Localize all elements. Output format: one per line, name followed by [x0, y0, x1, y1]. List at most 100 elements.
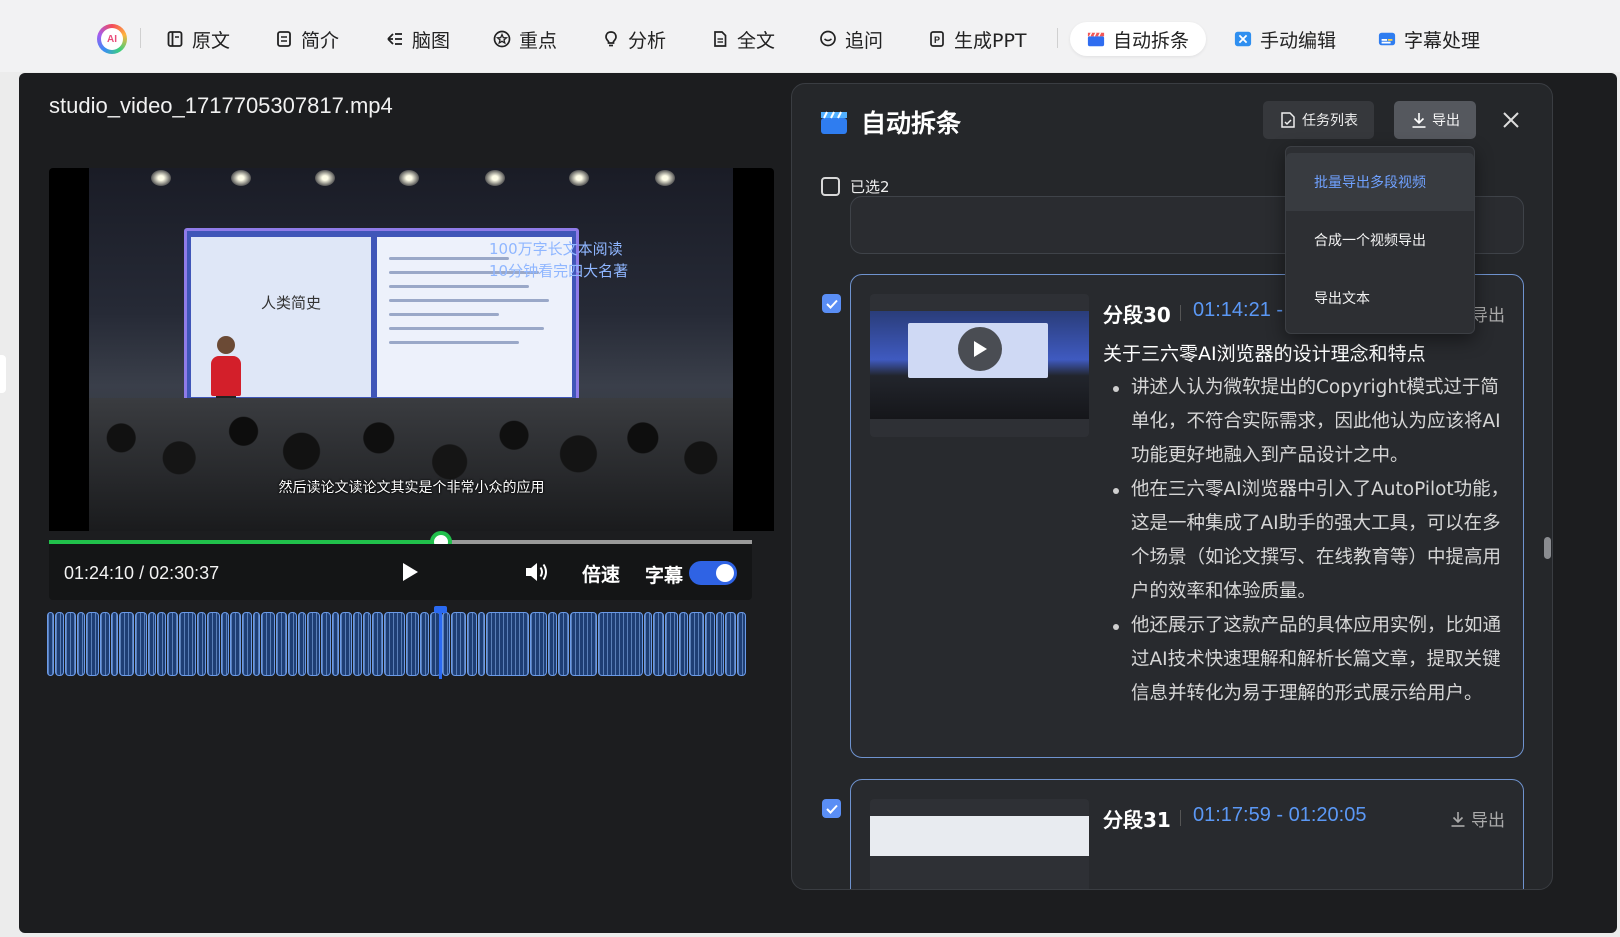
timeline-segment[interactable]	[705, 612, 715, 676]
timeline-segment[interactable]	[167, 612, 178, 676]
play-icon[interactable]	[958, 327, 1002, 371]
segment-checkbox[interactable]	[822, 799, 841, 818]
tab-label: 手动编辑	[1260, 29, 1337, 52]
timeline-segment[interactable]	[55, 612, 64, 676]
tab-analysis[interactable]: 分析	[602, 22, 666, 56]
timeline-segment[interactable]	[298, 612, 306, 676]
timeline-segment[interactable]	[47, 612, 54, 676]
segment-thumbnail[interactable]	[870, 294, 1089, 437]
divider	[1180, 305, 1181, 321]
timeline-segment[interactable]	[65, 612, 76, 676]
timeline-segment[interactable]	[486, 612, 529, 676]
timeline-segment[interactable]	[157, 612, 166, 676]
export-label: 导出	[1432, 113, 1460, 129]
tab-fulltext[interactable]: 全文	[711, 22, 775, 56]
timeline-segment[interactable]	[307, 612, 320, 676]
timeline-segment[interactable]	[111, 612, 118, 676]
tab-auto-split[interactable]: 自动拆条	[1070, 22, 1207, 56]
segment-timeline[interactable]	[47, 606, 752, 679]
tab-followup[interactable]: 追问	[819, 22, 883, 56]
timeline-segment[interactable]	[384, 612, 405, 676]
timeline-segment[interactable]	[332, 612, 339, 676]
timeline-segment[interactable]	[148, 612, 156, 676]
timeline-segment[interactable]	[100, 612, 110, 676]
timeline-segment[interactable]	[363, 612, 371, 676]
timeline-segment[interactable]	[679, 612, 688, 676]
timeline-segment[interactable]	[207, 612, 220, 676]
timeline-segment[interactable]	[221, 612, 229, 676]
slide-slogan-line: 100万字长文本阅读	[489, 240, 623, 258]
select-all[interactable]: 已选2	[821, 176, 890, 197]
tab-manual-edit[interactable]: 手动编辑	[1234, 22, 1336, 56]
segment-thumbnail[interactable]	[870, 799, 1089, 889]
volume-icon[interactable]	[524, 560, 550, 584]
timeline-segment[interactable]	[372, 612, 383, 676]
tab-generate-ppt[interactable]: P 生成PPT	[928, 22, 1027, 56]
timeline-segment[interactable]	[197, 612, 206, 676]
timeline-segment[interactable]	[558, 612, 569, 676]
timeline-segment[interactable]	[340, 612, 352, 676]
timeline-segment[interactable]	[420, 612, 429, 676]
timeline-segment[interactable]	[644, 612, 652, 676]
timeline-segment[interactable]	[253, 612, 260, 676]
timeline-segment[interactable]	[77, 612, 85, 676]
segment-checkbox[interactable]	[822, 294, 841, 313]
timeline-segment[interactable]	[242, 612, 252, 676]
select-all-checkbox[interactable]	[821, 177, 840, 196]
timeline-segment[interactable]	[276, 612, 287, 676]
segment-export-label: 导出	[1471, 811, 1505, 831]
timeline-segment[interactable]	[665, 612, 678, 676]
subtitle-label: 字幕	[645, 565, 684, 587]
segment-card[interactable]: 分段30 01:14:21 - 导出 关于三六零AI浏览器的设计理念和特点 讲述…	[850, 274, 1524, 758]
timeline-segment[interactable]	[653, 612, 664, 676]
tab-mindmap[interactable]: 脑图	[386, 22, 450, 56]
play-icon[interactable]	[400, 561, 420, 583]
video-player[interactable]: 人类简史 100万字长文本阅读 10分钟看完四大名著 然后读论文读论文其实是个非…	[49, 168, 774, 531]
tab-summary[interactable]: 简介	[275, 22, 339, 56]
timeline-segment[interactable]	[179, 612, 196, 676]
timeline-cursor[interactable]	[434, 606, 447, 679]
timeline-segment[interactable]	[467, 612, 477, 676]
timeline-segment[interactable]	[261, 612, 275, 676]
task-list-button[interactable]: 任务列表	[1263, 101, 1374, 139]
side-handle[interactable]	[0, 355, 6, 393]
segment-export-button[interactable]: 导出	[1449, 806, 1505, 831]
segment-card[interactable]: 分段31 01:17:59 - 01:20:05 导出	[850, 779, 1524, 889]
timeline-segment[interactable]	[716, 612, 724, 676]
tab-label: 全文	[737, 29, 776, 52]
timeline-segment[interactable]	[288, 612, 297, 676]
tab-original[interactable]: 原文	[166, 22, 230, 56]
task-list-label: 任务列表	[1302, 113, 1358, 129]
panel-scrollbar[interactable]	[1544, 537, 1551, 559]
timeline-segment[interactable]	[119, 612, 134, 676]
tab-label: 分析	[628, 29, 667, 52]
menu-item-merge-export[interactable]: 合成一个视频导出	[1286, 211, 1474, 269]
close-icon[interactable]	[1500, 109, 1522, 131]
timeline-segment[interactable]	[451, 612, 466, 676]
menu-item-batch-export[interactable]: 批量导出多段视频	[1286, 153, 1474, 211]
timeline-segment[interactable]	[321, 612, 331, 676]
timeline-segment[interactable]	[530, 612, 547, 676]
timeline-segment[interactable]	[406, 612, 419, 676]
export-button[interactable]: 导出	[1394, 101, 1476, 139]
timeline-segment[interactable]	[737, 612, 746, 676]
tab-highlights[interactable]: 重点	[493, 22, 557, 56]
timeline-segment[interactable]	[353, 612, 362, 676]
timeline-segment[interactable]	[135, 612, 147, 676]
menu-item-export-text[interactable]: 导出文本	[1286, 269, 1474, 327]
timeline-segment[interactable]	[548, 612, 557, 676]
playback-speed-button[interactable]: 倍速	[582, 560, 620, 587]
timeline-segment[interactable]	[442, 612, 450, 676]
timeline-segment[interactable]	[725, 612, 736, 676]
timeline-segment[interactable]	[570, 612, 597, 676]
app-logo-icon[interactable]: AI	[97, 24, 127, 54]
timeline-segment[interactable]	[689, 612, 704, 676]
timeline-segment[interactable]	[86, 612, 99, 676]
timeline-segment[interactable]	[598, 612, 643, 676]
timeline-segment[interactable]	[478, 612, 485, 676]
note-icon	[275, 30, 293, 48]
subtitle-toggle[interactable]	[689, 561, 737, 585]
timeline-segment[interactable]	[230, 612, 241, 676]
logo-text: AI	[101, 28, 123, 50]
tab-subtitles[interactable]: 字幕处理	[1378, 22, 1480, 56]
